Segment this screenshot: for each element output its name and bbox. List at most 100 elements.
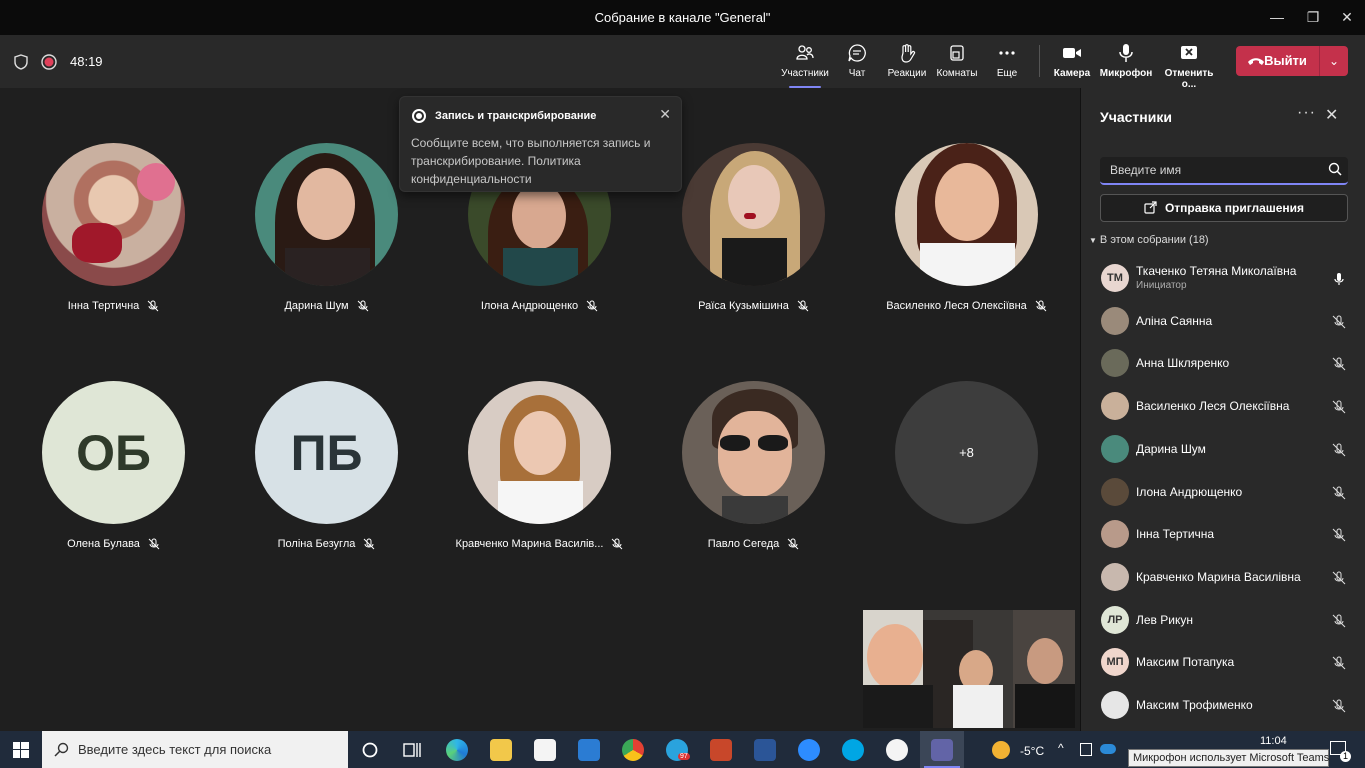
telegram-badge: 97 (678, 753, 690, 760)
rooms-button[interactable]: Комнаты (929, 43, 985, 79)
powerpoint-icon[interactable] (710, 739, 732, 761)
overflow-count[interactable]: +8 (895, 381, 1038, 524)
more-icon (979, 43, 1035, 65)
participant-row[interactable]: Аліна Саянна (1081, 301, 1365, 343)
participants-button[interactable]: Участники (777, 43, 833, 88)
participant-row[interactable]: Кравченко Марина Василівна (1081, 557, 1365, 599)
more-button[interactable]: Еще (979, 43, 1035, 79)
microphone-button[interactable]: Микрофон (1098, 43, 1154, 79)
start-button[interactable] (0, 731, 42, 768)
participant-tile[interactable]: ОБ Олена Булава (6, 381, 221, 550)
search-input[interactable] (1100, 157, 1320, 183)
mic-off-icon[interactable] (1332, 528, 1346, 542)
participants-label: Участники (781, 68, 829, 79)
word-icon[interactable] (754, 739, 776, 761)
notification-count: 1 (1340, 751, 1351, 762)
participant-name: Поліна Безугла (277, 538, 356, 550)
mic-off-icon (357, 300, 368, 312)
mic-off-icon[interactable] (1332, 486, 1346, 500)
participant-row[interactable]: Анна Шкляренко (1081, 343, 1365, 385)
reactions-button[interactable]: Реакции (879, 43, 935, 79)
task-view-icon[interactable] (401, 739, 423, 761)
send-invite-button[interactable]: Отправка приглашения (1100, 194, 1348, 222)
in-meeting-section-header[interactable]: ▼ В этом собрании (18) (1089, 234, 1209, 246)
avatar (1101, 477, 1129, 506)
participant-name: Інна Тертична (67, 300, 140, 312)
participant-tile[interactable]: Кравченко Марина Василів... (432, 381, 647, 550)
participant-row[interactable]: Максим Трофименко (1081, 685, 1365, 727)
cortana-icon[interactable] (359, 739, 381, 761)
meeting-toolbar: 48:19 Участники Чат Реакции Комнаты Еще … (0, 35, 1365, 90)
window-title: Собрание в канале "General" (594, 10, 771, 25)
weather-icon[interactable] (992, 741, 1010, 759)
skype-icon[interactable] (842, 739, 864, 761)
participant-tile[interactable]: ПБ Поліна Безугла (219, 381, 434, 550)
mic-off-icon[interactable] (1332, 656, 1346, 670)
search-icon[interactable] (1328, 162, 1342, 176)
zoom-icon[interactable] (798, 739, 820, 761)
invite-label: Отправка приглашения (1164, 201, 1305, 215)
mail-icon[interactable] (578, 739, 600, 761)
avatar (895, 143, 1038, 286)
mic-off-icon[interactable] (1332, 443, 1346, 457)
avatar: ПБ (255, 381, 398, 524)
self-video-preview[interactable] (863, 610, 1075, 728)
stop-share-icon (1156, 43, 1222, 65)
mic-off-icon[interactable] (1332, 315, 1346, 329)
minimize-button[interactable]: — (1265, 6, 1289, 28)
edge-browser-icon[interactable] (446, 739, 468, 761)
file-explorer-icon[interactable] (490, 739, 512, 761)
camera-button[interactable]: Камера (1044, 43, 1100, 79)
close-icon[interactable]: ✕ (659, 106, 671, 123)
mic-off-icon (364, 538, 375, 550)
taskbar-search[interactable]: Введите здесь текст для поиска (42, 731, 348, 768)
mic-off-icon[interactable] (1332, 357, 1346, 371)
participant-row[interactable]: Інна Тертична (1081, 514, 1365, 556)
leave-label: Выйти (1264, 53, 1307, 68)
participant-row[interactable]: Дарина Шум (1081, 429, 1365, 471)
close-window-button[interactable]: ✕ (1335, 6, 1359, 28)
leave-button[interactable]: Выйти ⌄ (1236, 46, 1348, 76)
participant-row[interactable]: ЛР Лев Рикун (1081, 600, 1365, 642)
participant-name: Раїса Кузьмішина (698, 300, 789, 312)
chevron-down-icon[interactable]: ⌄ (1320, 46, 1348, 76)
participant-row[interactable]: Василенко Леся Олексіївна (1081, 386, 1365, 428)
vpn-icon[interactable] (886, 739, 908, 761)
participant-tile[interactable]: Василенко Леся Олексіївна (859, 143, 1074, 312)
clock-time[interactable]: 11:04 (1260, 735, 1287, 747)
teams-taskbar-button[interactable] (920, 731, 964, 768)
stop-sharing-button[interactable]: Отменить о... (1156, 43, 1222, 90)
participant-tile[interactable]: Інна Тертична (6, 143, 221, 312)
participant-row[interactable]: Ілона Андрющенко (1081, 472, 1365, 514)
chat-label: Чат (848, 68, 866, 79)
chevron-up-icon[interactable]: ^ (1058, 741, 1064, 755)
chevron-down-icon: ▼ (1089, 236, 1097, 245)
device-icon[interactable] (1080, 743, 1092, 756)
maximize-button[interactable]: ❐ (1301, 6, 1325, 28)
participant-name: Павло Сегеда (707, 538, 780, 550)
participant-name: Інна Тертична (1136, 527, 1215, 542)
microsoft-store-icon[interactable] (534, 739, 556, 761)
chat-icon (829, 43, 885, 65)
onedrive-icon[interactable] (1100, 744, 1116, 754)
participant-name: Олена Булава (67, 538, 140, 550)
participant-row[interactable]: МП Максим Потапука (1081, 642, 1365, 684)
chrome-icon[interactable] (622, 739, 644, 761)
avatar (1101, 562, 1129, 591)
share-icon (1144, 201, 1157, 214)
chat-button[interactable]: Чат (829, 43, 885, 79)
close-panel-icon[interactable]: ✕ (1325, 105, 1338, 125)
microphone-icon[interactable] (1332, 272, 1346, 286)
weather-temperature[interactable]: -5°C (1020, 744, 1044, 758)
participant-row[interactable]: ТМ Ткаченко Тетяна Миколаївна Инициатор (1081, 258, 1365, 300)
mic-off-icon[interactable] (1332, 699, 1346, 713)
mic-off-icon[interactable] (1332, 614, 1346, 628)
microphone-label: Микрофон (1099, 68, 1153, 79)
more-icon[interactable]: ··· (1297, 104, 1316, 122)
mic-off-icon[interactable] (1332, 400, 1346, 414)
mic-off-icon[interactable] (1332, 571, 1346, 585)
raise-hand-icon (879, 43, 935, 65)
overflow-tile[interactable]: +8 (859, 381, 1074, 524)
participant-tile[interactable]: Павло Сегеда (646, 381, 861, 550)
stop-sharing-label: Отменить о... (1164, 68, 1214, 90)
